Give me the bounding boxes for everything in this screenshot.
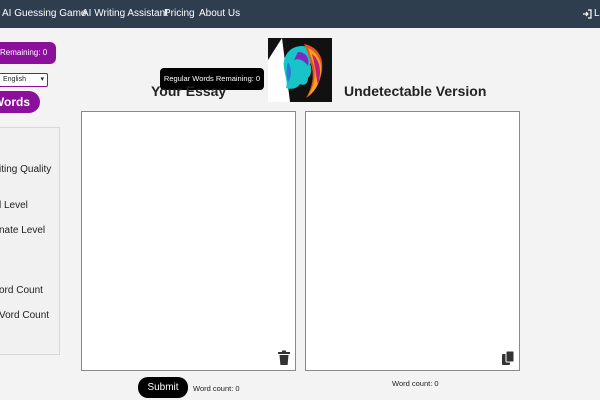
undetectable-heading: Undetectable Version [344, 83, 487, 99]
buy-words-button[interactable]: Words [0, 91, 40, 113]
brand-logo [268, 38, 332, 102]
language-value: English [3, 76, 26, 83]
nav-link-about-us[interactable]: About Us [199, 8, 240, 19]
submit-button[interactable]: Submit [138, 377, 188, 398]
option-level[interactable]: l Level [0, 200, 28, 211]
essay-heading: Your Essay [151, 83, 227, 99]
settings-panel: iting Quality l Level nate Level ord Cou… [0, 127, 60, 355]
option-alternate-level[interactable]: nate Level [0, 225, 45, 236]
copy-icon[interactable] [501, 350, 515, 366]
login-label: L [594, 8, 600, 19]
essay-word-count: Word count: 0 [193, 384, 240, 393]
option-writing-quality[interactable]: iting Quality [0, 164, 51, 175]
nav-link-pricing[interactable]: Pricing [164, 8, 195, 19]
sign-in-icon [583, 9, 592, 19]
option-word-count[interactable]: ord Count [0, 285, 43, 296]
chevron-down-icon: ▾ [40, 76, 44, 83]
top-navbar: AI Guessing Game AI Writing Assistant Pr… [0, 0, 600, 28]
option-word-count-2[interactable]: Vord Count [0, 310, 49, 321]
nav-link-ai-writing-assistant[interactable]: AI Writing Assistant [82, 8, 168, 19]
output-word-count: Word count: 0 [392, 379, 439, 388]
trash-icon[interactable] [277, 350, 291, 366]
login-link[interactable]: L [580, 7, 600, 21]
essay-textarea[interactable] [81, 111, 296, 371]
nav-link-ai-guessing-game[interactable]: AI Guessing Game [2, 8, 86, 19]
undetectable-output[interactable] [305, 111, 520, 371]
remaining-badge: Remaining: 0 [0, 42, 56, 64]
language-select[interactable]: English ▾ [0, 73, 48, 87]
